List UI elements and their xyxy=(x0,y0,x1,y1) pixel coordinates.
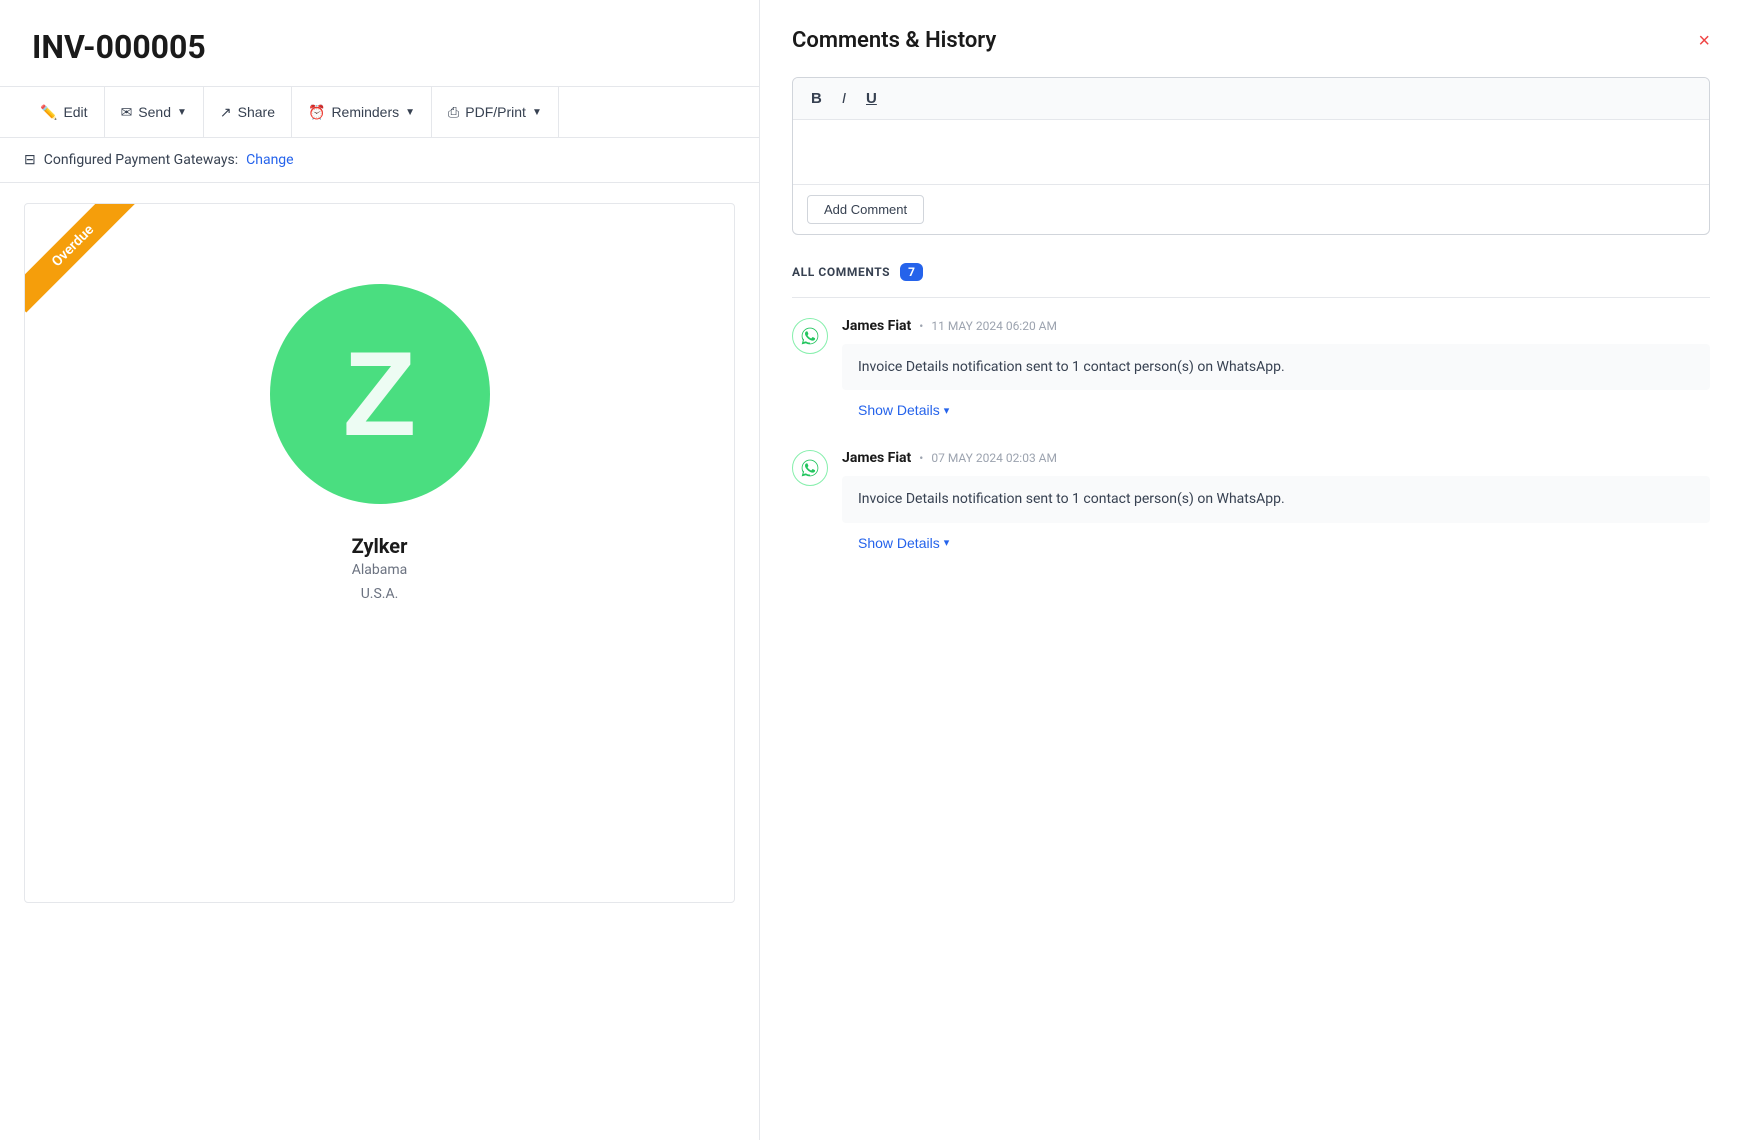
close-button[interactable]: × xyxy=(1698,31,1710,51)
panel-header: Comments & History × xyxy=(792,28,1710,53)
show-details-button-1[interactable]: Show Details ▾ xyxy=(842,398,965,422)
comment-text-1: Invoice Details notification sent to 1 c… xyxy=(842,344,1710,390)
pdf-caret-icon: ▼ xyxy=(532,107,542,118)
change-payment-link[interactable]: Change xyxy=(246,152,293,168)
logo-letter: Z xyxy=(343,334,416,454)
payment-bar: ⊟ Configured Payment Gateways: Change xyxy=(0,138,759,183)
comments-divider xyxy=(792,297,1710,298)
edit-icon: ✏️ xyxy=(40,104,57,121)
toolbar: ✏️ Edit ✉ Send ▼ ↗ Share ⏰ Reminders ▼ ⎙… xyxy=(0,86,759,138)
whatsapp-avatar-1 xyxy=(792,318,828,354)
share-button[interactable]: ↗ Share xyxy=(204,87,292,137)
comments-count-badge: 7 xyxy=(900,263,923,281)
panel-title: Comments & History xyxy=(792,28,996,53)
comment-meta-1: James Fiat • 11 MAY 2024 06:20 AM xyxy=(842,318,1710,334)
italic-button[interactable]: I xyxy=(838,88,850,109)
comment-meta-2: James Fiat • 07 MAY 2024 02:03 AM xyxy=(842,450,1710,466)
invoice-preview: Overdue Z Zylker Alabama U.S.A. xyxy=(24,203,735,903)
send-caret-icon: ▼ xyxy=(177,107,187,118)
comment-dot-1: • xyxy=(919,319,923,333)
comment-editor: B I U Add Comment xyxy=(792,77,1710,235)
company-address-line1: Alabama xyxy=(25,558,734,582)
reminders-caret-icon: ▼ xyxy=(405,107,415,118)
add-comment-button[interactable]: Add Comment xyxy=(807,195,924,224)
pdf-print-button[interactable]: ⎙ PDF/Print ▼ xyxy=(432,87,559,137)
reminders-button[interactable]: ⏰ Reminders ▼ xyxy=(292,87,432,137)
comment-date-2: 07 MAY 2024 02:03 AM xyxy=(931,451,1057,465)
reminders-icon: ⏰ xyxy=(308,104,325,121)
invoice-number: INV-000005 xyxy=(0,0,759,86)
comments-header: ALL COMMENTS 7 xyxy=(792,263,1710,281)
overdue-ribbon-wrap: Overdue xyxy=(25,204,155,334)
show-details-button-2[interactable]: Show Details ▾ xyxy=(842,531,965,555)
editor-toolbar: B I U xyxy=(793,78,1709,120)
comment-input-area[interactable] xyxy=(793,120,1709,184)
all-comments-label: ALL COMMENTS xyxy=(792,265,890,279)
overdue-ribbon: Overdue xyxy=(25,204,139,312)
send-icon: ✉ xyxy=(121,104,133,121)
whatsapp-avatar-2 xyxy=(792,450,828,486)
pdf-icon: ⎙ xyxy=(448,104,459,121)
right-panel: Comments & History × B I U Add Comment A… xyxy=(760,0,1742,1140)
bold-button[interactable]: B xyxy=(807,88,826,109)
company-address-line2: U.S.A. xyxy=(25,582,734,606)
edit-button[interactable]: ✏️ Edit xyxy=(24,87,105,137)
comment-text-2: Invoice Details notification sent to 1 c… xyxy=(842,476,1710,522)
comment-date-1: 11 MAY 2024 06:20 AM xyxy=(931,319,1057,333)
payment-gateway-icon: ⊟ xyxy=(24,152,36,168)
underline-button[interactable]: U xyxy=(862,88,881,109)
show-details-chevron-1: ▾ xyxy=(944,404,950,417)
share-icon: ↗ xyxy=(220,104,232,121)
comment-author-2: James Fiat xyxy=(842,450,911,466)
comment-body-2: James Fiat • 07 MAY 2024 02:03 AM Invoic… xyxy=(842,450,1710,554)
company-name: Zylker xyxy=(25,534,734,558)
comment-item: James Fiat • 11 MAY 2024 06:20 AM Invoic… xyxy=(792,318,1710,422)
comment-body-1: James Fiat • 11 MAY 2024 06:20 AM Invoic… xyxy=(842,318,1710,422)
comment-author-1: James Fiat xyxy=(842,318,911,334)
left-panel: INV-000005 ✏️ Edit ✉ Send ▼ ↗ Share ⏰ Re… xyxy=(0,0,760,1140)
comment-dot-2: • xyxy=(919,451,923,465)
editor-footer: Add Comment xyxy=(793,184,1709,234)
show-details-chevron-2: ▾ xyxy=(944,536,950,549)
send-button[interactable]: ✉ Send ▼ xyxy=(105,87,204,137)
comment-item-2: James Fiat • 07 MAY 2024 02:03 AM Invoic… xyxy=(792,450,1710,554)
logo-circle: Z xyxy=(270,284,490,504)
